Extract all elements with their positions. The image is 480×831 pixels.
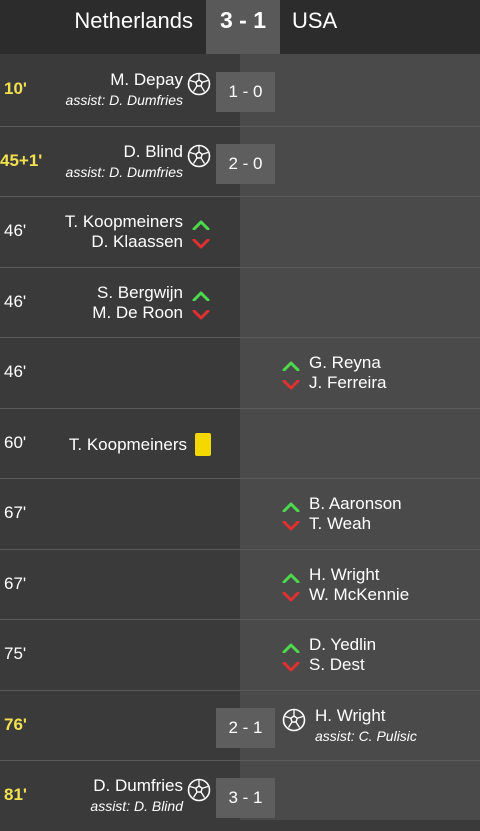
- player-out: W. McKennie: [309, 584, 410, 604]
- event-minute: 76': [4, 714, 27, 734]
- substitution-block: G. Reyna J. Ferreira: [309, 353, 386, 393]
- event-minute: 67': [4, 573, 27, 593]
- sub-out-arrow-icon: [282, 521, 300, 531]
- sub-out-arrow-icon: [282, 591, 300, 601]
- substitution-block: B. Aaronson T. Weah: [309, 494, 402, 534]
- event-row: 46' S. Bergwijn M. De Roon: [0, 266, 480, 338]
- sub-out-arrow-icon: [282, 662, 300, 672]
- sub-in-arrow-icon: [282, 573, 300, 583]
- event-row: 76' H. Wright assist: C. Pulisic 2 - 1: [0, 689, 480, 761]
- substitution-block: H. Wright W. McKennie: [309, 565, 409, 605]
- event-minute: 81': [4, 785, 27, 804]
- event-row: 75' D. Yedlin S. Dest: [0, 619, 480, 690]
- goal-scorer-block: H. Wright assist: C. Pulisic: [315, 706, 417, 746]
- event-row: 60' T. Koopmeiners: [0, 407, 480, 479]
- player-out: S. Dest: [309, 655, 365, 674]
- soccer-ball-icon: [282, 708, 306, 731]
- goal-scorer-block: D. Blind assist: D. Dumfries: [66, 142, 183, 182]
- running-score: 2 - 1: [216, 707, 275, 748]
- sub-in-arrow-icon: [282, 643, 300, 653]
- player-out: J. Ferreira: [309, 373, 387, 392]
- event-row: 81' D. Dumfries assist: D. Blind 3 - 1: [0, 760, 480, 831]
- yellow-card-icon: [195, 432, 211, 456]
- goal-scorer: M. Depay: [110, 70, 183, 89]
- sub-out-arrow-icon: [192, 239, 210, 249]
- event-minute: 46': [4, 362, 27, 381]
- goal-assist: assist: D. Dumfries: [65, 163, 183, 180]
- sub-in-arrow-icon: [192, 291, 210, 301]
- player-in: D. Yedlin: [309, 635, 377, 654]
- event-minute: 46': [4, 221, 27, 240]
- player-in: S. Bergwijn: [97, 282, 183, 302]
- running-score: 1 - 0: [216, 72, 275, 112]
- player-in: B. Aaronson: [309, 494, 402, 513]
- player-in: T. Koopmeiners: [64, 212, 183, 231]
- card-player: T. Koopmeiners: [68, 434, 187, 454]
- player-out: M. De Roon: [92, 302, 183, 322]
- sub-in-arrow-icon: [282, 361, 300, 371]
- event-row: 10' M. Depay assist: D. Dumfries 1 - 0: [0, 55, 480, 125]
- running-score: 2 - 0: [216, 143, 275, 184]
- sub-in-arrow-icon: [192, 220, 210, 230]
- player-in: G. Reyna: [309, 353, 381, 372]
- match-score: 3 - 1: [206, 0, 280, 54]
- event-row: 46' T. Koopmeiners D. Klaassen: [0, 196, 480, 267]
- goal-scorer: D. Blind: [123, 141, 183, 161]
- player-out: T. Weah: [309, 514, 372, 533]
- goal-assist: assist: D. Dumfries: [65, 92, 183, 108]
- goal-scorer-block: M. Depay assist: D. Dumfries: [66, 70, 183, 110]
- goal-scorer: D. Dumfries: [93, 776, 183, 795]
- event-row: 45+1' D. Blind assist: D. Dumfries 2 - 0: [0, 125, 480, 197]
- substitution-block: S. Bergwijn M. De Roon: [92, 283, 183, 323]
- sub-out-arrow-icon: [282, 380, 300, 390]
- event-minute: 75': [4, 644, 27, 663]
- soccer-ball-icon: [187, 72, 211, 96]
- sub-in-arrow-icon: [282, 502, 300, 512]
- match-header: Netherlands 3 - 1 USA: [0, 0, 480, 54]
- goal-scorer-block: D. Dumfries assist: D. Blind: [90, 776, 183, 816]
- event-minute: 67': [4, 503, 27, 522]
- soccer-ball-icon: [187, 778, 211, 802]
- substitution-block: D. Yedlin S. Dest: [309, 635, 376, 675]
- player-in: H. Wright: [309, 564, 380, 584]
- event-row: 46' G. Reyna J. Ferreira: [0, 337, 480, 408]
- player-out: D. Klaassen: [91, 232, 183, 251]
- event-row: 67' B. Aaronson T. Weah: [0, 478, 480, 549]
- home-team-name: Netherlands: [74, 8, 193, 33]
- event-minute: 46': [4, 291, 27, 311]
- goal-scorer: H. Wright: [315, 705, 386, 725]
- event-minute: 60': [4, 432, 27, 452]
- goal-assist: assist: D. Blind: [90, 798, 183, 814]
- event-row: 67' H. Wright W. McKennie: [0, 548, 480, 620]
- event-minute: 45+1': [0, 150, 43, 170]
- soccer-ball-icon: [187, 144, 211, 167]
- substitution-block: T. Koopmeiners D. Klaassen: [65, 212, 183, 252]
- goal-assist: assist: C. Pulisic: [315, 727, 417, 744]
- event-minute: 10': [4, 79, 27, 98]
- away-team-name: USA: [292, 8, 338, 33]
- running-score: 3 - 1: [216, 778, 275, 818]
- sub-out-arrow-icon: [192, 309, 210, 319]
